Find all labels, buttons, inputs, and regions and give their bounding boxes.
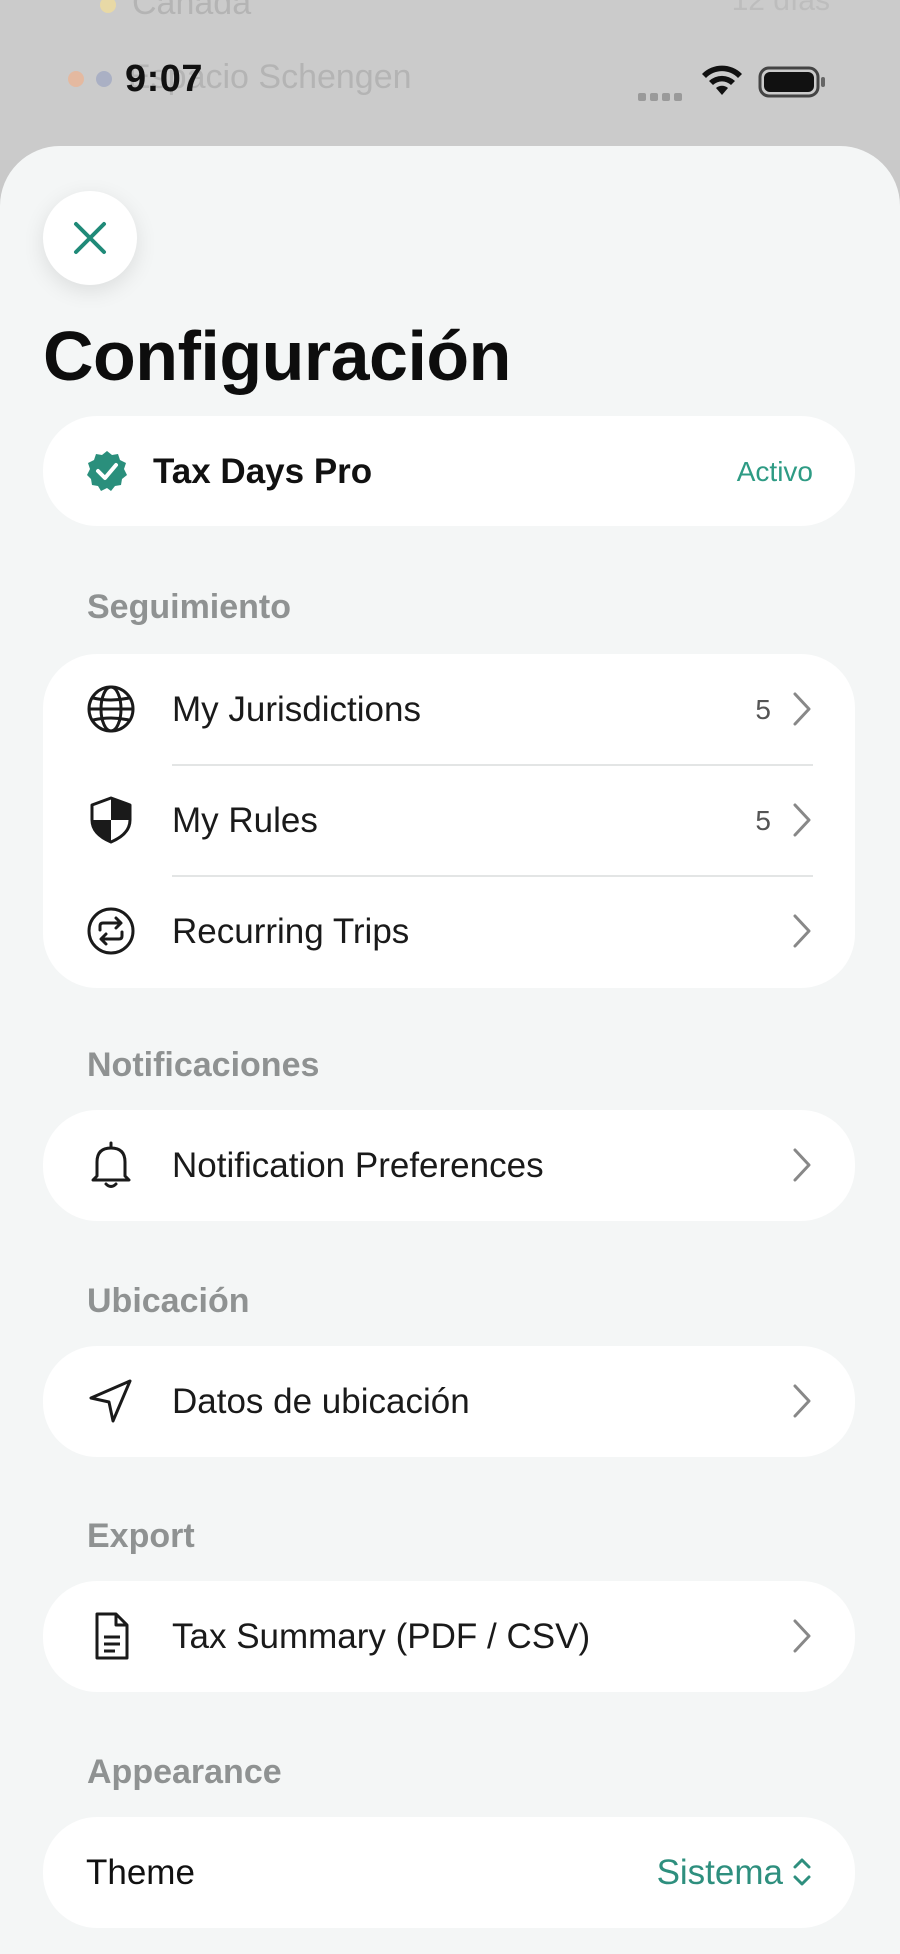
bell-icon [91,1141,131,1188]
chevron-right-icon [793,1619,811,1653]
rules-count: 5 [755,805,771,836]
theme-picker[interactable]: Sistema [657,1853,783,1893]
section-label-appearance: Appearance [87,1753,282,1791]
pro-subscription-card[interactable]: Tax Days Pro Activo [43,416,855,526]
chevron-right-icon [793,1148,811,1182]
settings-row-label: Notification Preferences [172,1146,544,1185]
settings-row-notification-preferences[interactable]: Notification Preferences [43,1110,855,1221]
chevron-right-icon [793,914,811,948]
tracking-card: My Jurisdictions 5 My Rules 5 Recurring … [43,654,855,988]
globe-icon [87,685,135,733]
settings-row-label: Recurring Trips [172,912,410,951]
location-card: Datos de ubicación [43,1346,855,1457]
settings-row-rules[interactable]: My Rules 5 [43,765,855,876]
close-button[interactable] [43,191,137,285]
shield-icon [90,796,132,844]
section-label-notifications: Notificaciones [87,1046,320,1084]
section-label-location: Ubicación [87,1282,250,1320]
jurisdictions-count: 5 [755,694,771,725]
settings-row-jurisdictions[interactable]: My Jurisdictions 5 [43,654,855,765]
notifications-card: Notification Preferences [43,1110,855,1221]
chevron-up-down-icon[interactable] [791,1855,813,1889]
settings-row-label: Tax Summary (PDF / CSV) [172,1617,591,1656]
page-title: Configuración [43,317,511,395]
settings-sheet: Configuración Tax Days Pro Activo Seguim… [0,146,900,1954]
repeat-icon [87,907,135,955]
settings-row-tax-summary[interactable]: Tax Summary (PDF / CSV) [43,1581,855,1692]
settings-row-label: My Jurisdictions [172,690,421,729]
status-bar: 9:07 [0,0,900,150]
pro-plan-name: Tax Days Pro [153,452,373,491]
settings-row-label: My Rules [172,801,318,840]
cellular-signal-icon [638,88,686,106]
chevron-right-icon [793,692,811,726]
chevron-right-icon [793,1384,811,1418]
verified-badge-icon [87,451,127,491]
wifi-icon [702,65,742,95]
section-label-tracking: Seguimiento [87,588,292,626]
close-icon [74,222,106,254]
section-label-export: Export [87,1517,195,1555]
export-card: Tax Summary (PDF / CSV) [43,1581,855,1692]
theme-label: Theme [86,1853,195,1892]
settings-row-location-data[interactable]: Datos de ubicación [43,1346,855,1457]
appearance-card: Theme Sistema [43,1817,855,1928]
status-time: 9:07 [125,58,204,100]
chevron-right-icon [793,803,811,837]
location-arrow-icon [89,1379,132,1423]
settings-row-recurring-trips[interactable]: Recurring Trips [43,876,855,987]
battery-icon [758,66,825,98]
document-icon [95,1612,129,1660]
pro-status-label: Activo [736,456,813,487]
settings-row-label: Datos de ubicación [172,1382,470,1421]
